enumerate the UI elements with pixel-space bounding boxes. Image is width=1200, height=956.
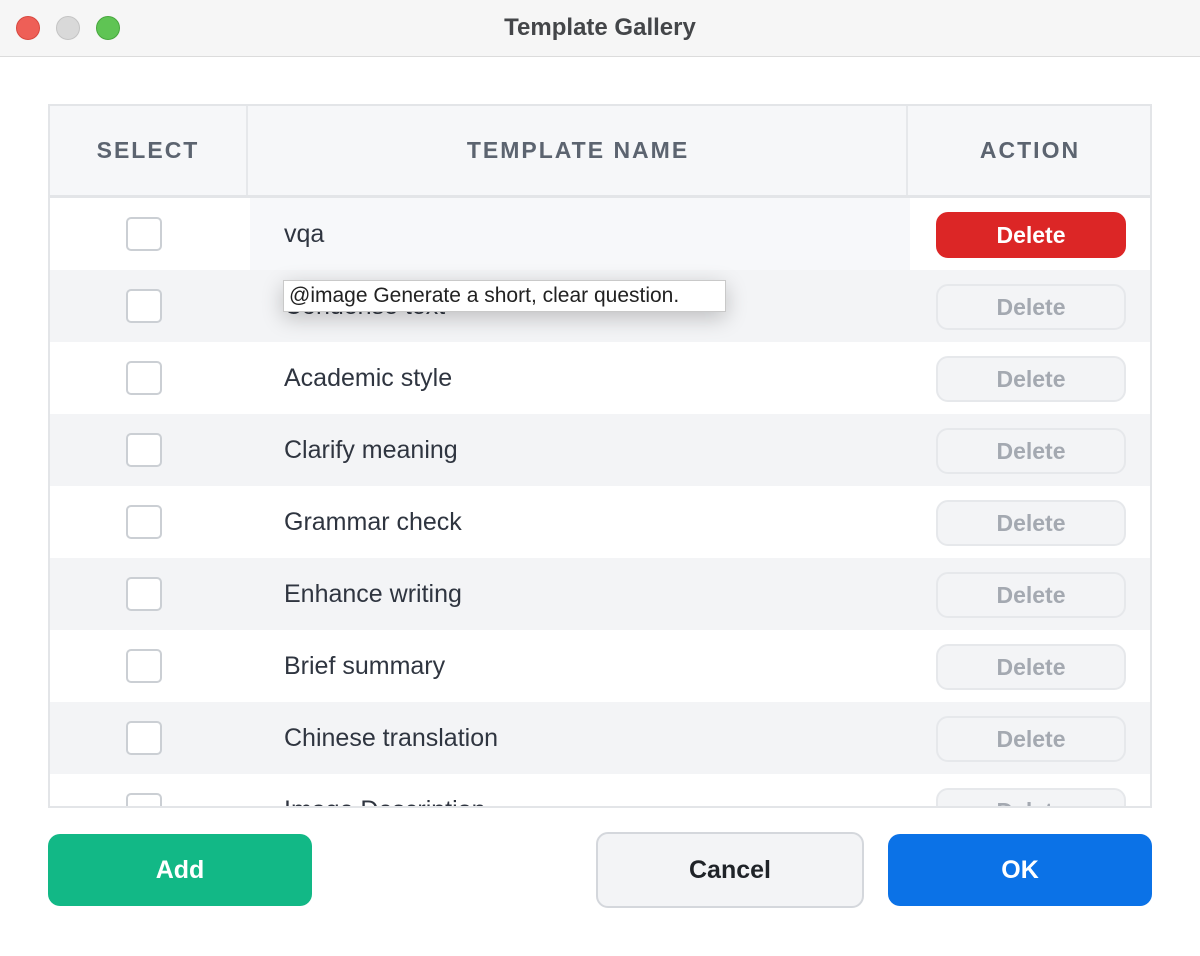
- window-title: Template Gallery: [504, 14, 696, 41]
- table-header: SELECT TEMPLATE NAME ACTION: [50, 106, 1150, 198]
- template-name: Academic style: [284, 364, 453, 392]
- table-row[interactable]: Grammar check Delete: [50, 486, 1150, 558]
- table-row[interactable]: Clarify meaning Delete: [50, 414, 1150, 486]
- delete-button[interactable]: Delete: [936, 212, 1126, 258]
- table-row[interactable]: Academic style Delete: [50, 342, 1150, 414]
- delete-button[interactable]: Delete: [936, 716, 1126, 762]
- delete-button[interactable]: Delete: [936, 644, 1126, 690]
- table-row[interactable]: Brief summary Delete: [50, 630, 1150, 702]
- hovered-name-cell: [250, 198, 910, 270]
- ok-button[interactable]: OK: [888, 834, 1152, 906]
- template-name: Grammar check: [284, 508, 462, 536]
- row-select-checkbox[interactable]: [126, 361, 162, 395]
- template-name: vqa: [284, 220, 325, 248]
- column-header-template-name: TEMPLATE NAME: [250, 106, 908, 195]
- row-select-checkbox[interactable]: [126, 649, 162, 683]
- cancel-button[interactable]: Cancel: [596, 832, 864, 908]
- delete-button[interactable]: Delete: [936, 284, 1126, 330]
- delete-button[interactable]: Delete: [936, 572, 1126, 618]
- delete-button[interactable]: Delete: [936, 428, 1126, 474]
- delete-button[interactable]: Delete: [936, 788, 1126, 806]
- row-select-checkbox[interactable]: [126, 505, 162, 539]
- template-name: Enhance writing: [284, 580, 462, 608]
- template-content-tooltip: @image Generate a short, clear question.: [283, 280, 726, 312]
- template-name: Chinese translation: [284, 724, 499, 752]
- template-name: Brief summary: [284, 652, 446, 680]
- row-select-checkbox[interactable]: [126, 577, 162, 611]
- row-select-checkbox[interactable]: [126, 793, 162, 806]
- template-name: Clarify meaning: [284, 436, 458, 464]
- row-select-checkbox[interactable]: [126, 217, 162, 251]
- template-name: Image Description: [284, 774, 485, 806]
- add-button[interactable]: Add: [48, 834, 312, 906]
- row-select-checkbox[interactable]: [126, 433, 162, 467]
- table-row[interactable]: vqa Delete: [50, 198, 1150, 270]
- delete-button[interactable]: Delete: [936, 500, 1126, 546]
- table-row[interactable]: Image Description Delete: [50, 774, 1150, 806]
- title-bar: Template Gallery: [0, 0, 1200, 57]
- table-row[interactable]: Chinese translation Delete: [50, 702, 1150, 774]
- delete-button[interactable]: Delete: [936, 356, 1126, 402]
- template-table[interactable]: SELECT TEMPLATE NAME ACTION vqa Delete C…: [48, 104, 1152, 808]
- table-row[interactable]: Enhance writing Delete: [50, 558, 1150, 630]
- row-select-checkbox[interactable]: [126, 721, 162, 755]
- column-header-select: SELECT: [50, 106, 248, 195]
- column-header-action: ACTION: [979, 137, 1081, 163]
- row-select-checkbox[interactable]: [126, 289, 162, 323]
